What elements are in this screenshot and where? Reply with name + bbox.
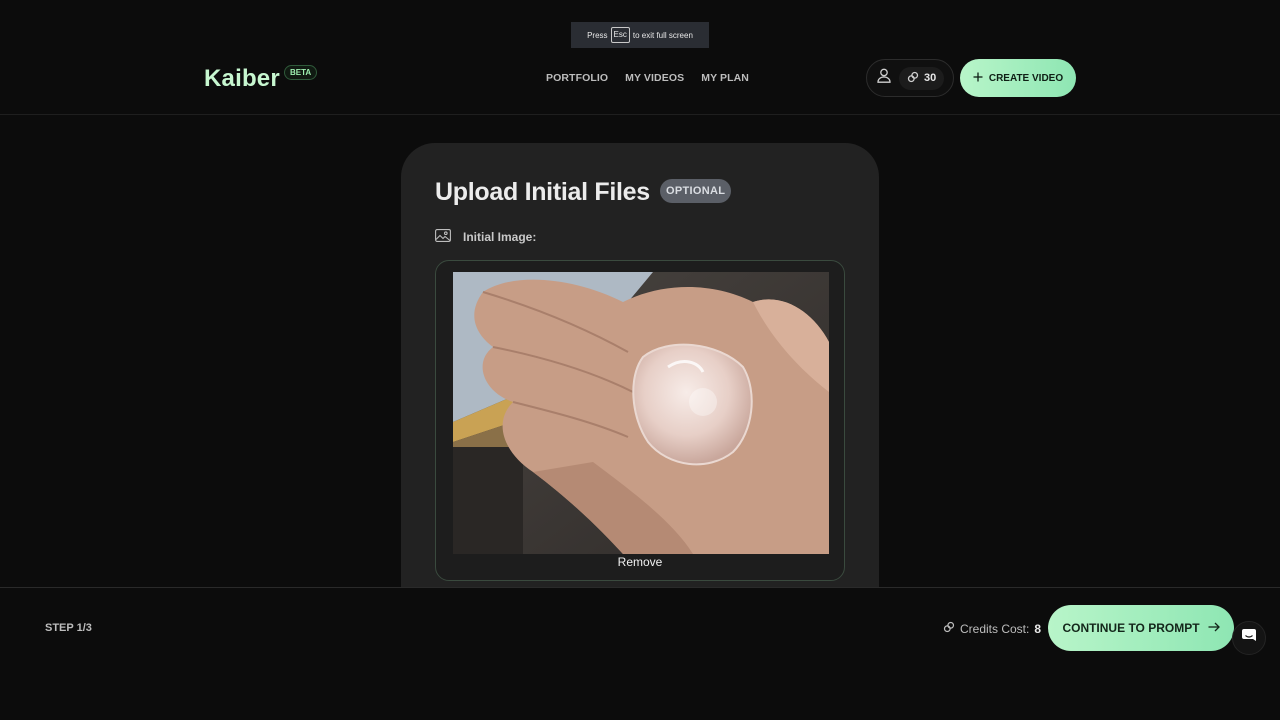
top-header: Kaiber BETA PORTFOLIO MY VIDEOS MY PLAN … — [0, 55, 1280, 115]
image-upload-dropzone[interactable]: Remove — [435, 260, 845, 581]
chat-icon — [1241, 628, 1257, 649]
beta-badge: BETA — [284, 65, 318, 80]
credits-cost-label: Credits Cost: — [960, 621, 1030, 636]
step-footer: STEP 1/3 Credits Cost: 8 CONTINUE TO PRO… — [0, 587, 1280, 720]
initial-image-label: Initial Image: — [435, 229, 536, 245]
user-icon — [877, 68, 891, 88]
page-title: Upload Initial Files — [435, 178, 650, 206]
chat-launcher[interactable] — [1232, 621, 1266, 655]
credits-cost-value: 8 — [1034, 621, 1042, 636]
credits-cost: Credits Cost: 8 — [943, 621, 1041, 636]
optional-badge: OPTIONAL — [660, 179, 732, 203]
credits-balance[interactable]: 30 — [899, 66, 945, 90]
credits-cost-icon — [943, 621, 955, 636]
credits-count: 30 — [924, 72, 937, 84]
main-nav: PORTFOLIO MY VIDEOS MY PLAN — [546, 72, 749, 84]
uploaded-image-preview — [453, 272, 829, 554]
continue-label: CONTINUE TO PROMPT — [1062, 621, 1200, 635]
upload-card: Upload Initial Files OPTIONAL Initial Im… — [401, 143, 879, 603]
arrow-right-icon — [1208, 621, 1220, 635]
nav-my-videos[interactable]: MY VIDEOS — [625, 72, 684, 84]
continue-to-prompt-button[interactable]: CONTINUE TO PROMPT — [1048, 605, 1234, 651]
kaiber-logo[interactable]: Kaiber — [204, 65, 280, 93]
credits-icon — [907, 71, 919, 86]
create-video-button[interactable]: CREATE VIDEO — [960, 59, 1076, 97]
nav-my-plan[interactable]: MY PLAN — [701, 72, 749, 84]
image-icon — [435, 229, 451, 245]
esc-key: Esc — [610, 27, 630, 43]
fullscreen-notice-suffix: to exit full screen — [632, 30, 693, 40]
initial-image-text: Initial Image: — [463, 230, 537, 244]
account-menu[interactable]: 30 — [866, 59, 954, 97]
plus-icon — [973, 72, 983, 85]
fullscreen-notice-prefix: Press — [587, 30, 608, 40]
nav-portfolio[interactable]: PORTFOLIO — [546, 72, 608, 84]
remove-image-button[interactable]: Remove — [436, 554, 844, 570]
step-indicator: STEP 1/3 — [45, 622, 92, 634]
fullscreen-notice: Press Esc to exit full screen — [571, 22, 709, 48]
create-video-label: CREATE VIDEO — [988, 72, 1064, 84]
